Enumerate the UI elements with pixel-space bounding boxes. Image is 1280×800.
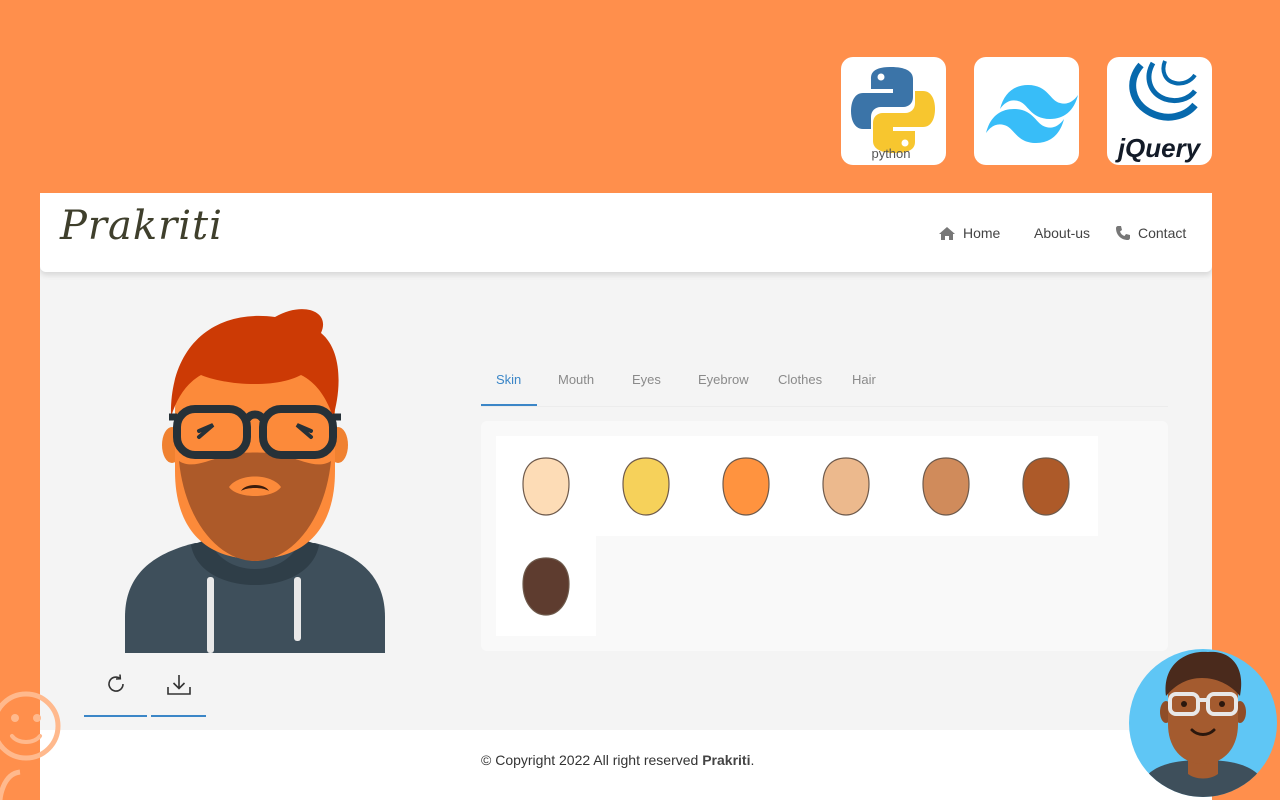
nav-about-label: About-us — [1034, 225, 1091, 241]
tab-clothes[interactable]: Clothes — [778, 372, 822, 387]
tab-eyebrow[interactable]: Eyebrow — [698, 372, 749, 387]
tab-skin[interactable]: Skin — [496, 372, 521, 387]
nav-about-link[interactable]: About-us — [1034, 225, 1090, 241]
copyright-brand: Prakriti — [702, 752, 751, 768]
phone-icon — [1116, 226, 1130, 240]
nav-contact-link[interactable]: Contact — [1115, 225, 1186, 241]
refresh-icon — [107, 674, 124, 692]
skin-swatch[interactable] — [596, 436, 696, 536]
home-icon — [939, 226, 955, 240]
python-logo-icon — [851, 67, 935, 153]
nav-contact-label: Contact — [1138, 225, 1187, 241]
footer: © Copyright 2022 All right reserved Prak… — [40, 730, 1212, 800]
jquery-badge: jQuery — [1107, 57, 1212, 165]
skin-swatch[interactable] — [696, 436, 796, 536]
avatar-decoration — [1129, 649, 1277, 797]
nav-home-label: Home — [963, 225, 1001, 241]
download-button[interactable] — [151, 673, 206, 717]
tab-mouth[interactable]: Mouth — [558, 372, 594, 387]
avatar-preview — [125, 309, 385, 653]
skin-swatch-row — [496, 536, 596, 636]
skin-swatch[interactable] — [496, 536, 596, 636]
tailwind-logo-icon — [986, 85, 1078, 143]
python-label: python — [871, 146, 910, 161]
python-badge: python — [841, 57, 946, 165]
copyright-end: . — [750, 752, 755, 768]
options-panel — [481, 421, 1168, 651]
tailwind-badge — [974, 57, 1079, 165]
jquery-label: jQuery — [1115, 133, 1202, 163]
active-tab-indicator — [481, 404, 537, 406]
smiley-icon — [0, 691, 61, 800]
app-window: Prakriti Home About-us Contact Skin Mout… — [40, 193, 1212, 800]
skin-swatch-row — [496, 436, 1098, 536]
skin-swatch[interactable] — [796, 436, 896, 536]
download-icon — [166, 675, 191, 695]
navbar: Prakriti Home About-us Contact — [40, 193, 1212, 272]
tab-hair[interactable]: Hair — [852, 372, 876, 387]
refresh-button[interactable] — [84, 673, 147, 717]
skin-swatch[interactable] — [496, 436, 596, 536]
jquery-logo-icon — [1129, 60, 1198, 121]
customization-tabs: Skin Mouth Eyes Eyebrow Clothes Hair — [481, 358, 1168, 407]
nav-home-link[interactable]: Home — [938, 225, 1000, 241]
tab-eyes[interactable]: Eyes — [632, 372, 661, 387]
logo[interactable]: Prakriti — [60, 203, 223, 249]
skin-swatch[interactable] — [896, 436, 996, 536]
copyright-text: © Copyright 2022 All right reserved — [481, 752, 699, 768]
copyright: © Copyright 2022 All right reserved Prak… — [481, 752, 754, 768]
skin-swatch[interactable] — [996, 436, 1096, 536]
